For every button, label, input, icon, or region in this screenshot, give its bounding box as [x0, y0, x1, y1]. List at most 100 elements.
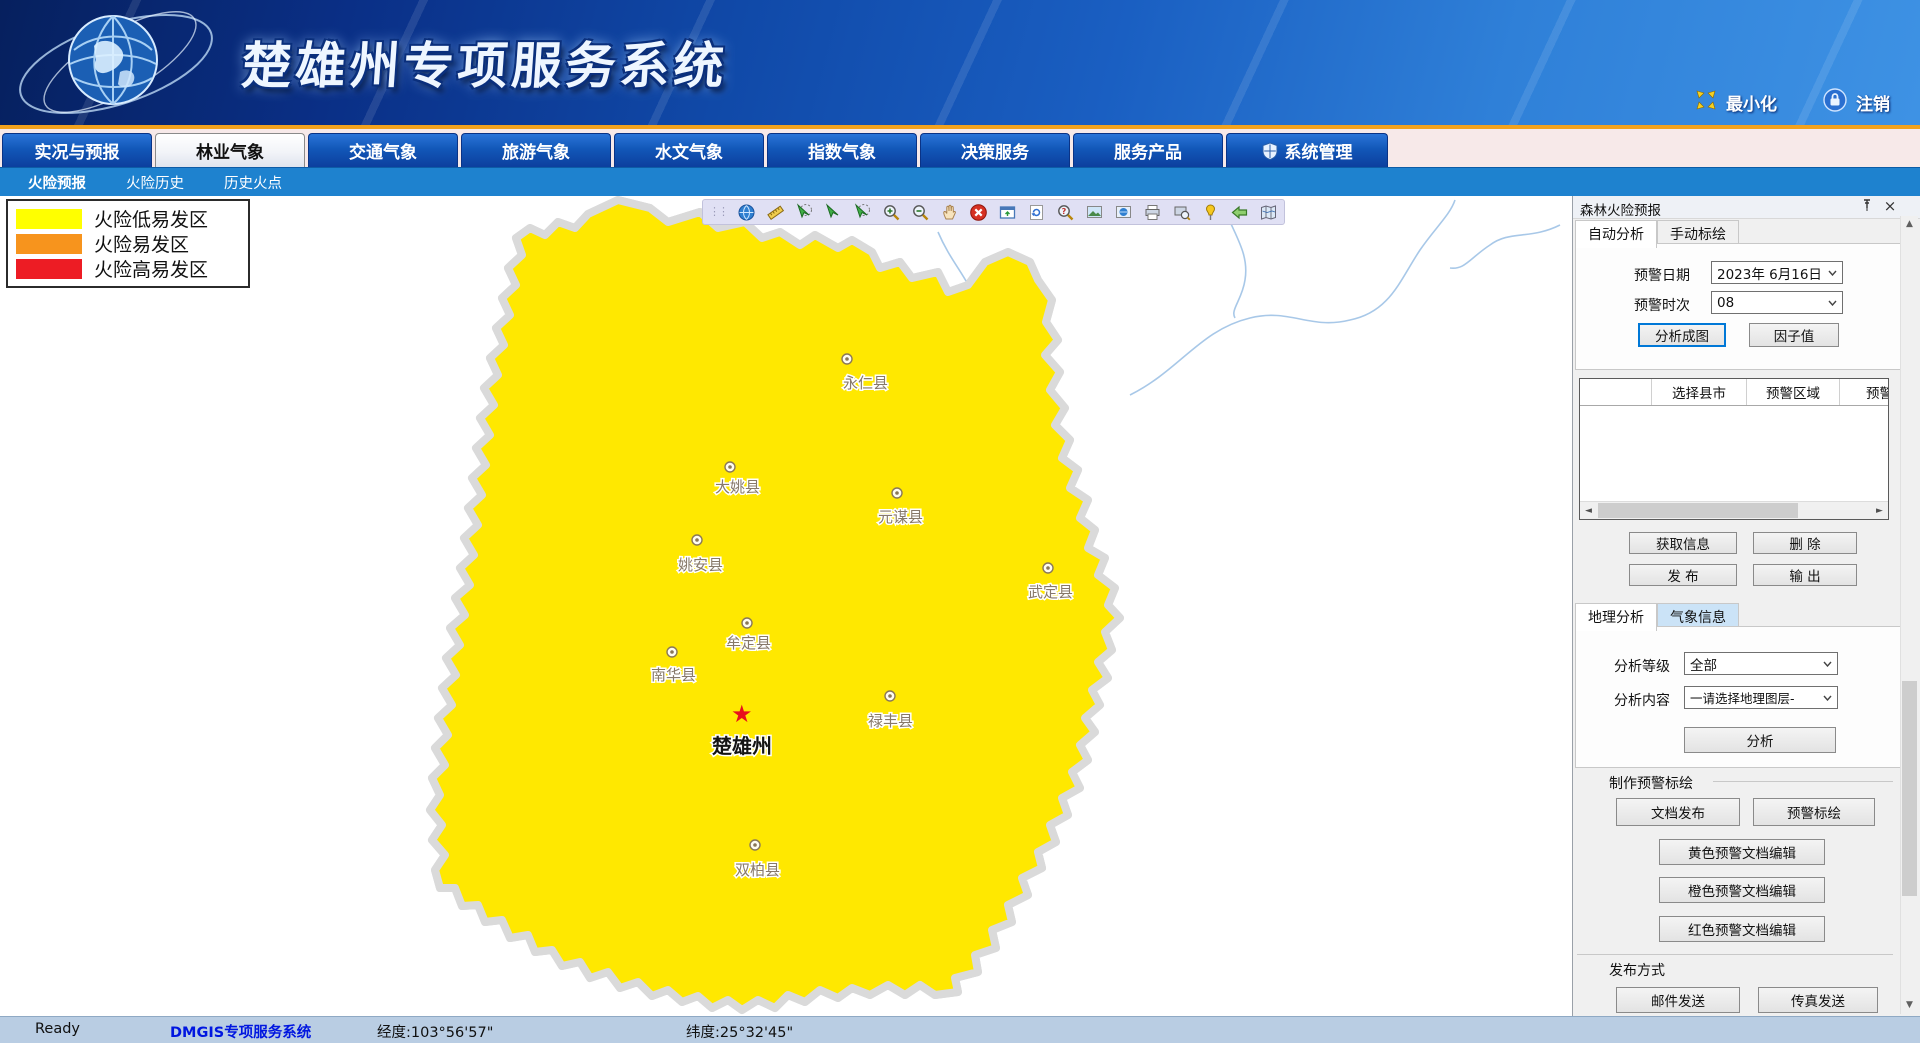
image-globe-icon[interactable] — [1113, 202, 1133, 222]
status-latitude: 纬度:25°32'45" — [686, 1021, 793, 1042]
tab-label: 服务产品 — [1114, 138, 1182, 163]
tab-label: 决策服务 — [961, 138, 1029, 163]
select-area-icon[interactable] — [794, 202, 814, 222]
identify-icon[interactable]: ? — [1055, 202, 1075, 222]
warn-date-label: 预警日期 — [1634, 265, 1690, 285]
publish-button[interactable]: 发 布 — [1629, 564, 1737, 586]
zoom-in-icon[interactable] — [881, 202, 901, 222]
warn-plot-button[interactable]: 预警标绘 — [1753, 798, 1875, 826]
tab-label: 系统管理 — [1285, 138, 1353, 163]
analysis-tab-地理分析[interactable]: 地理分析 — [1575, 603, 1657, 631]
map-canvas[interactable]: 永仁县大姚县元谋县姚安县武定县牟定县南华县禄丰县双柏县★楚雄州 火险低易发区火险… — [0, 196, 1572, 1016]
table-column-选择县市[interactable]: 选择县市 — [1652, 379, 1747, 405]
scroll-right-icon[interactable]: ► — [1871, 506, 1888, 516]
county-label: 武定县 — [1028, 584, 1073, 601]
chevron-down-icon — [1828, 270, 1837, 276]
status-longitude: 经度:103°56'57" — [377, 1021, 493, 1042]
panel-scrollbar[interactable]: ▲ ▼ — [1900, 216, 1918, 1014]
extent-icon[interactable] — [997, 202, 1017, 222]
minimize-button[interactable]: 最小化 — [1695, 89, 1777, 116]
tab-交通气象[interactable]: 交通气象 — [308, 133, 458, 167]
analyze-map-button[interactable]: 分析成图 — [1638, 323, 1726, 347]
delete-button[interactable]: 删 除 — [1753, 532, 1857, 554]
select-circle-icon[interactable] — [852, 202, 872, 222]
table-column-预警区域[interactable]: 预警区域 — [1747, 379, 1840, 405]
tab-实况与预报[interactable]: 实况与预报 — [2, 133, 152, 167]
tab-水文气象[interactable]: 水文气象 — [614, 133, 764, 167]
warn-date-value: 2023年 6月16日 — [1717, 263, 1822, 283]
factor-value-button[interactable]: 因子值 — [1749, 323, 1839, 347]
tab-决策服务[interactable]: 决策服务 — [920, 133, 1070, 167]
image-icon[interactable] — [1084, 202, 1104, 222]
scroll-up-icon[interactable]: ▲ — [1901, 216, 1918, 233]
pin-panel-icon[interactable] — [1860, 199, 1874, 215]
export-button[interactable]: 输 出 — [1753, 564, 1857, 586]
map-toolbar: ⋮⋮? — [702, 199, 1285, 225]
scroll-left-icon[interactable]: ◄ — [1580, 506, 1597, 516]
print-preview-icon[interactable] — [1171, 202, 1191, 222]
capital-star-icon: ★ — [731, 700, 753, 728]
red-doc-button[interactable]: 红色预警文档编辑 — [1659, 916, 1825, 942]
pin-icon[interactable] — [1200, 202, 1220, 222]
county-label: 姚安县 — [678, 557, 723, 574]
analyze-button[interactable]: 分析 — [1684, 727, 1836, 753]
county-label: 牟定县 — [726, 635, 771, 652]
back-icon[interactable] — [1229, 202, 1249, 222]
status-ready: Ready — [35, 1021, 80, 1037]
tab-系统管理[interactable]: 系统管理 — [1226, 133, 1388, 167]
publish-method-label: 发布方式 — [1609, 960, 1665, 980]
pan-icon[interactable] — [939, 202, 959, 222]
map-icon[interactable] — [1258, 202, 1278, 222]
warn-date-combo[interactable]: 2023年 6月16日 — [1711, 261, 1843, 284]
county-label: 永仁县 — [843, 375, 888, 392]
application-window: 楚雄州专项服务系统 最小化 — [0, 0, 1920, 1043]
plot-group-label: 制作预警标绘 — [1609, 773, 1693, 793]
print-icon[interactable] — [1142, 202, 1162, 222]
subtab-火险历史[interactable]: 火险历史 — [126, 172, 184, 193]
yellow-doc-button[interactable]: 黄色预警文档编辑 — [1659, 839, 1825, 865]
logout-label: 注销 — [1856, 90, 1890, 115]
level-combo[interactable]: 全部 — [1684, 652, 1838, 675]
zoom-out-icon[interactable] — [910, 202, 930, 222]
panel-tab-自动分析[interactable]: 自动分析 — [1575, 220, 1657, 248]
legend-label: 火险低易发区 — [94, 205, 208, 232]
refresh-icon[interactable] — [1026, 202, 1046, 222]
vscroll-thumb[interactable] — [1902, 681, 1917, 896]
legend-item: 火险低易发区 — [16, 206, 240, 231]
subtab-火险预报[interactable]: 火险预报 — [28, 172, 86, 193]
county-label: 双柏县 — [735, 862, 780, 879]
warning-table[interactable]: 选择县市预警区域预警 ◄ ► — [1579, 378, 1889, 520]
warn-time-label: 预警时次 — [1634, 295, 1690, 315]
app-title: 楚雄州专项服务系统 — [239, 26, 730, 98]
hscroll-thumb[interactable] — [1598, 503, 1798, 518]
email-send-button[interactable]: 邮件发送 — [1616, 987, 1740, 1013]
subtab-历史火点[interactable]: 历史火点 — [224, 172, 282, 193]
tab-指数气象[interactable]: 指数气象 — [767, 133, 917, 167]
lock-icon — [1823, 88, 1847, 117]
table-column-预警[interactable]: 预警 — [1840, 379, 1889, 405]
app-header: 楚雄州专项服务系统 最小化 — [0, 0, 1920, 125]
scroll-down-icon[interactable]: ▼ — [1901, 997, 1918, 1014]
measure-icon[interactable] — [765, 202, 785, 222]
content-combo[interactable]: 一请选择地理图层- — [1684, 686, 1838, 709]
fax-send-button[interactable]: 传真发送 — [1758, 987, 1878, 1013]
stop-icon[interactable] — [968, 202, 988, 222]
doc-publish-button[interactable]: 文档发布 — [1616, 798, 1740, 826]
tab-服务产品[interactable]: 服务产品 — [1073, 133, 1223, 167]
table-hscrollbar[interactable]: ◄ ► — [1580, 501, 1888, 519]
tab-label: 林业气象 — [196, 138, 264, 163]
tab-林业气象[interactable]: 林业气象 — [155, 133, 305, 167]
logout-button[interactable]: 注销 — [1823, 88, 1890, 117]
toolbar-grip: ⋮⋮ — [709, 207, 727, 217]
status-system-link[interactable]: DMGIS专项服务系统 — [170, 1021, 311, 1042]
warn-time-combo[interactable]: 08 — [1711, 291, 1843, 314]
get-info-button[interactable]: 获取信息 — [1629, 532, 1737, 554]
orange-doc-button[interactable]: 橙色预警文档编辑 — [1659, 877, 1825, 903]
close-panel-icon[interactable]: × — [1882, 197, 1898, 215]
table-column-select[interactable] — [1580, 379, 1652, 405]
legend-label: 火险易发区 — [94, 230, 189, 257]
select-icon[interactable] — [823, 202, 843, 222]
sub-tab-bar: 火险预报 火险历史 历史火点 — [0, 167, 1920, 196]
tab-旅游气象[interactable]: 旅游气象 — [461, 133, 611, 167]
globe-icon[interactable] — [736, 202, 756, 222]
